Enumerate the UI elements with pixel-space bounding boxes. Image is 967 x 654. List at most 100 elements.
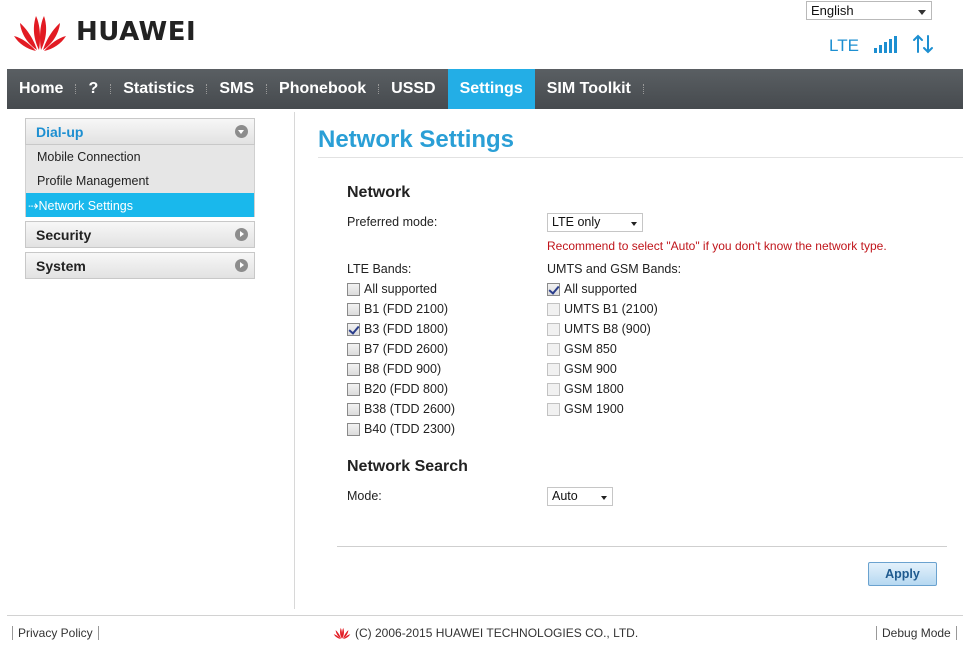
checkbox[interactable] xyxy=(347,302,360,316)
sidebar-group-dial-up[interactable]: Dial-up xyxy=(25,118,255,145)
network-search-heading: Network Search xyxy=(347,458,468,475)
band-label: GSM 1800 xyxy=(564,382,624,396)
sidebar-group-system[interactable]: System xyxy=(25,252,255,279)
nav-label: USSD xyxy=(391,80,436,97)
chevron-down-icon xyxy=(918,10,926,15)
lte-band-b8[interactable]: B8 (FDD 900) xyxy=(347,361,441,377)
data-transfer-icon xyxy=(913,34,933,54)
nav-label: SMS xyxy=(219,80,255,97)
copyright: (C) 2006-2015 HUAWEI TECHNOLOGIES CO., L… xyxy=(333,626,638,640)
privacy-policy-link[interactable]: Privacy Policy xyxy=(12,626,99,640)
lte-band-b3[interactable]: B3 (FDD 1800) xyxy=(347,321,448,337)
checkbox[interactable] xyxy=(547,282,560,296)
lte-band-b40[interactable]: B40 (TDD 2300) xyxy=(347,421,455,437)
chevron-down-icon xyxy=(631,222,637,226)
sidebar-item-label: Profile Management xyxy=(37,174,149,188)
page-title: Network Settings xyxy=(318,126,515,153)
gsm-band-900: GSM 900 xyxy=(547,361,617,377)
search-mode-select[interactable]: Auto xyxy=(547,487,613,506)
checkbox xyxy=(547,362,560,376)
lte-bands-label: LTE Bands: xyxy=(347,262,412,276)
band-label: GSM 1900 xyxy=(564,402,624,416)
band-label: B8 (FDD 900) xyxy=(364,362,442,376)
band-label: B40 (TDD 2300) xyxy=(364,422,456,436)
sidebar-group-security[interactable]: Security xyxy=(25,221,255,248)
nav-label: Statistics xyxy=(123,80,195,97)
chevron-right-icon xyxy=(235,228,248,241)
sidebar-submenu: Mobile Connection Profile Management ⇢Ne… xyxy=(25,145,255,217)
copyright-text: (C) 2006-2015 HUAWEI TECHNOLOGIES CO., L… xyxy=(355,626,639,640)
vertical-divider xyxy=(294,112,295,609)
lte-band-b7[interactable]: B7 (FDD 2600) xyxy=(347,341,448,357)
chevron-right-icon xyxy=(235,259,248,272)
band-label: B38 (TDD 2600) xyxy=(364,402,456,416)
chevron-down-icon xyxy=(601,496,607,500)
sidebar-item-network-settings[interactable]: ⇢Network Settings xyxy=(26,193,254,217)
nav-sms[interactable]: SMS xyxy=(207,69,266,109)
nav-label: ? xyxy=(88,80,99,97)
network-heading: Network xyxy=(347,184,411,201)
checkbox xyxy=(547,382,560,396)
lte-band-all[interactable]: All supported xyxy=(347,281,437,297)
umts-band-all[interactable]: All supported xyxy=(547,281,637,297)
preferred-mode-label: Preferred mode: xyxy=(347,215,438,229)
sidebar-item-mobile-connection[interactable]: Mobile Connection xyxy=(26,145,254,169)
sidebar: Dial-up Mobile Connection Profile Manage… xyxy=(25,118,255,279)
checkbox[interactable] xyxy=(347,342,360,356)
gsm-band-1900: GSM 1900 xyxy=(547,401,624,417)
checkbox[interactable] xyxy=(347,282,360,296)
nav-help[interactable]: ? xyxy=(76,69,110,109)
lte-band-b1[interactable]: B1 (FDD 2100) xyxy=(347,301,448,317)
apply-button[interactable]: Apply xyxy=(868,562,937,586)
band-label: B1 (FDD 2100) xyxy=(364,302,449,316)
band-label: All supported xyxy=(564,282,637,296)
language-select[interactable]: English xyxy=(806,1,932,20)
band-label: GSM 850 xyxy=(564,342,617,356)
huawei-flower-icon xyxy=(333,627,351,640)
checkbox[interactable] xyxy=(347,402,360,416)
nav-ussd[interactable]: USSD xyxy=(379,69,447,109)
gsm-band-850: GSM 850 xyxy=(547,341,617,357)
chevron-down-icon xyxy=(235,125,248,138)
sidebar-item-profile-management[interactable]: Profile Management xyxy=(26,169,254,193)
checkbox[interactable] xyxy=(347,382,360,396)
band-label: GSM 900 xyxy=(564,362,617,376)
preferred-mode-select[interactable]: LTE only xyxy=(547,213,643,232)
checkbox[interactable] xyxy=(347,362,360,376)
umts-band-b1: UMTS B1 (2100) xyxy=(547,301,658,317)
nav-statistics[interactable]: Statistics xyxy=(111,69,206,109)
checkbox xyxy=(547,402,560,416)
nav-settings[interactable]: Settings xyxy=(447,69,535,109)
band-label: UMTS B1 (2100) xyxy=(564,302,658,316)
debug-mode-link[interactable]: Debug Mode xyxy=(876,626,957,640)
huawei-flower-icon xyxy=(14,16,66,51)
sidebar-group-label: Security xyxy=(36,226,92,243)
nav-label: Settings xyxy=(459,80,523,97)
checkbox xyxy=(547,302,560,316)
lte-band-b38[interactable]: B38 (TDD 2600) xyxy=(347,401,455,417)
title-divider xyxy=(318,157,963,158)
lte-band-b20[interactable]: B20 (FDD 800) xyxy=(347,381,448,397)
brand-name: HUAWEI xyxy=(76,17,197,47)
signal-strength-icon xyxy=(874,36,897,53)
search-mode-value: Auto xyxy=(552,489,578,503)
band-label: All supported xyxy=(364,282,437,296)
nav-label: SIM Toolkit xyxy=(546,80,631,97)
nav-home[interactable]: Home xyxy=(7,69,75,109)
form-divider xyxy=(337,546,947,547)
mode-hint: Recommend to select "Auto" if you don't … xyxy=(547,239,887,253)
nav-phonebook[interactable]: Phonebook xyxy=(267,69,378,109)
umts-band-b8: UMTS B8 (900) xyxy=(547,321,651,337)
search-mode-label: Mode: xyxy=(347,489,382,503)
arrow-right-icon: ⇢ xyxy=(28,199,39,213)
nav-divider xyxy=(642,84,644,94)
nav-label: Phonebook xyxy=(279,80,367,97)
sidebar-item-label: Network Settings xyxy=(38,199,133,213)
network-type-indicator: LTE xyxy=(829,36,859,55)
band-label: B20 (FDD 800) xyxy=(364,382,449,396)
checkbox[interactable] xyxy=(347,322,360,336)
sidebar-group-label: System xyxy=(36,257,86,274)
main-nav: Home ? Statistics SMS Phonebook USSD Set… xyxy=(7,69,963,109)
nav-sim-toolkit[interactable]: SIM Toolkit xyxy=(535,69,643,109)
checkbox[interactable] xyxy=(347,422,360,436)
